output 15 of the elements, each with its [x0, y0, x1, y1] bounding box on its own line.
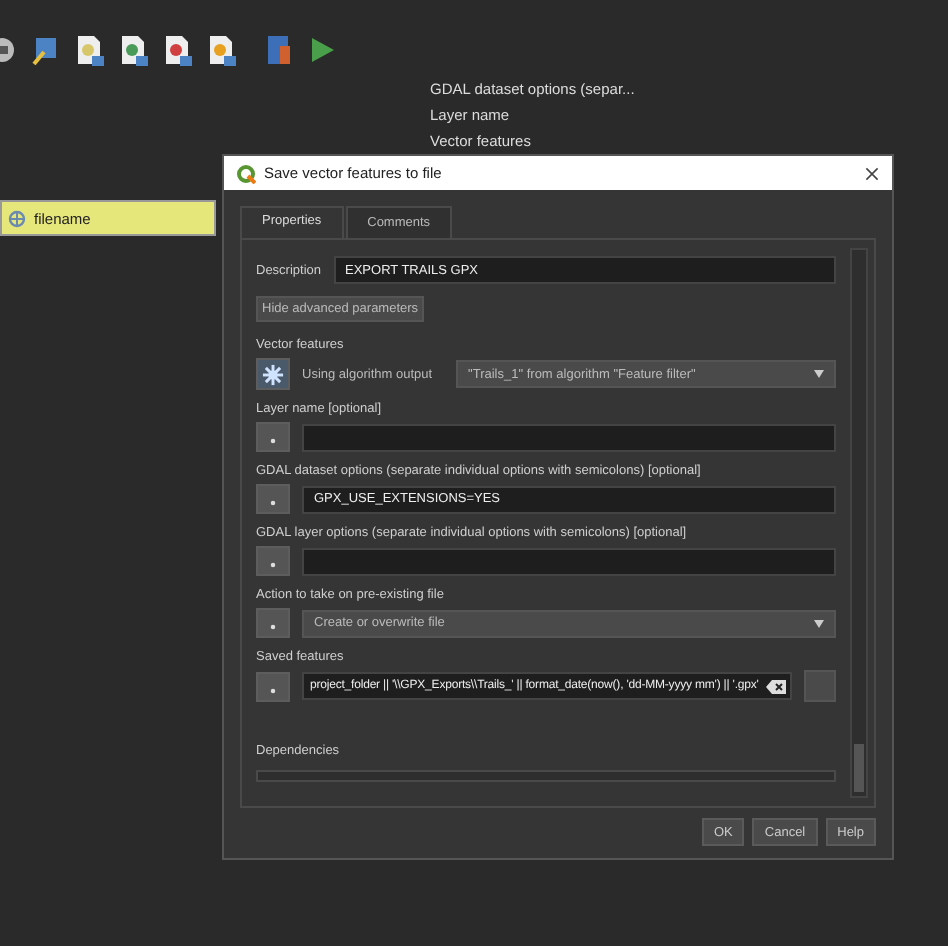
export-document-icon[interactable] — [208, 34, 236, 66]
help-document-icon[interactable] — [264, 34, 292, 66]
input-field[interactable] — [302, 547, 837, 575]
export-document-icon[interactable] — [164, 34, 192, 66]
run-icon[interactable] — [308, 34, 336, 66]
close-icon[interactable] — [864, 165, 880, 181]
clear-icon[interactable] — [766, 679, 787, 693]
scrollbar[interactable] — [850, 248, 868, 798]
app-logo-icon — [236, 163, 256, 183]
gear-icon[interactable] — [256, 358, 290, 390]
export-document-icon[interactable] — [120, 34, 148, 66]
model-tools-icon[interactable] — [32, 34, 60, 66]
input-field[interactable] — [302, 423, 837, 451]
export-document-icon[interactable] — [76, 34, 104, 66]
input-icon — [8, 209, 26, 227]
